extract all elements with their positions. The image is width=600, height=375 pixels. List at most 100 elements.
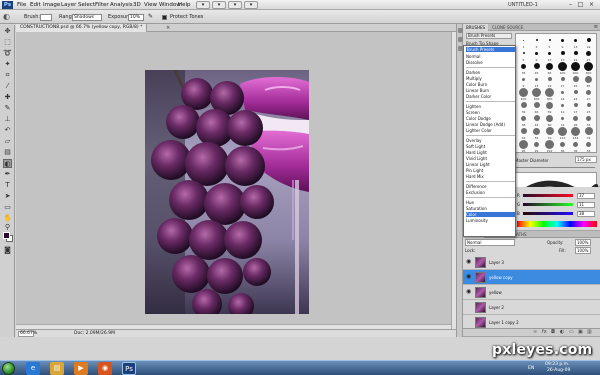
brush-preset[interactable]: 134 — [569, 126, 582, 140]
eyedropper-tool-icon[interactable]: ⁄ — [3, 82, 12, 91]
brush-preset[interactable]: 13 — [530, 74, 543, 88]
brush-preset[interactable]: 112 — [556, 126, 569, 140]
blend-mode-option[interactable]: Linear Burn — [466, 88, 515, 93]
quick-mask-icon[interactable]: ◙ — [3, 246, 12, 255]
brush-preset[interactable]: 14 — [556, 113, 569, 127]
brush-preset[interactable]: 36 — [569, 139, 582, 153]
blend-mode-option[interactable]: Darken — [466, 70, 515, 75]
history-brush-tool-icon[interactable]: ↶ — [3, 126, 12, 135]
foreground-color-swatch[interactable] — [3, 232, 10, 239]
brush-preset[interactable]: 95 — [517, 139, 530, 153]
brush-preset[interactable]: 70 — [543, 126, 556, 140]
master-diameter-slider[interactable] — [515, 167, 595, 168]
brush-preset[interactable]: 19 — [582, 35, 595, 49]
blend-mode-option[interactable]: Normal — [466, 54, 515, 59]
brush-preset[interactable]: 59 — [543, 100, 556, 114]
blend-mode-option[interactable]: Screen — [466, 110, 515, 115]
blend-mode-option[interactable]: Hard Light — [466, 150, 515, 155]
brush-presets-button[interactable]: Brush Presets — [466, 33, 512, 39]
document-info[interactable]: Doc: 2.09M/26.9M — [74, 330, 115, 338]
arrange-documents-button[interactable]: ▾ — [244, 1, 258, 9]
canvas-image[interactable] — [145, 70, 309, 314]
brush-preset[interactable]: 60 — [543, 113, 556, 127]
magic-wand-tool-icon[interactable]: ✦ — [3, 60, 12, 69]
brush-preset[interactable]: 3 — [530, 35, 543, 49]
brush-preset[interactable]: 65 — [543, 61, 556, 75]
date[interactable]: 26-Aug-09 — [547, 367, 570, 375]
range-select[interactable]: Shadows — [72, 14, 102, 21]
blend-mode-option[interactable]: Soft Light — [466, 144, 515, 149]
blend-mode-option[interactable]: Lighten — [466, 104, 515, 109]
marquee-tool-icon[interactable]: ⬚ — [3, 38, 12, 47]
workspace-switcher[interactable]: UNTITLED-1 — [508, 0, 538, 10]
brush-preset[interactable]: 5 — [543, 35, 556, 49]
photoshop-icon[interactable]: Ps — [122, 362, 136, 375]
minimize-button[interactable]: – — [566, 1, 575, 8]
blend-mode-option[interactable]: Dissolve — [466, 60, 515, 65]
channel-value-g[interactable]: 11 — [577, 202, 595, 208]
link-icon[interactable]: ∞ — [533, 330, 538, 335]
new-layer-icon[interactable]: ▣ — [578, 330, 583, 335]
menu-edit[interactable]: Edit — [30, 0, 41, 10]
media-player-icon[interactable]: ▶ — [74, 362, 88, 375]
brush-preset[interactable]: 200 — [569, 61, 582, 75]
clone-stamp-tool-icon[interactable]: ⊥ — [3, 115, 12, 124]
trash-icon[interactable]: ▥ — [587, 330, 592, 335]
brush-preset[interactable]: 14 — [556, 87, 569, 101]
menu-layer[interactable]: Layer — [61, 0, 76, 10]
brush-picker[interactable] — [40, 14, 52, 21]
language-indicator[interactable]: EN — [528, 361, 534, 375]
gradient-tool-icon[interactable]: ▤ — [3, 148, 12, 157]
pen-tool-icon[interactable]: ✒ — [3, 170, 12, 179]
menu-3d[interactable]: 3D — [133, 0, 141, 10]
visibility-eye-icon[interactable]: ◉ — [466, 274, 472, 280]
menu-analysis[interactable]: Analysis — [110, 0, 133, 10]
menu-select[interactable]: Select — [78, 0, 95, 10]
brush-preset[interactable]: 1 — [517, 35, 530, 49]
brush-preset[interactable]: 46 — [530, 100, 543, 114]
menu-view[interactable]: View — [144, 0, 157, 10]
brush-preset[interactable]: 39 — [517, 100, 530, 114]
channel-value-r[interactable]: 37 — [577, 193, 595, 199]
brush-preset[interactable]: 35 — [517, 61, 530, 75]
burn-tool-icon[interactable]: ◐ — [3, 159, 12, 168]
blend-mode-option[interactable]: Saturation — [466, 206, 515, 211]
brush-preset[interactable]: 9 — [530, 48, 543, 62]
brush-preset[interactable]: 100 — [517, 87, 530, 101]
layer-blend-mode-select[interactable]: Normal — [465, 239, 515, 246]
launch-bridge-button[interactable]: ▾ — [196, 1, 210, 9]
eraser-tool-icon[interactable]: ▱ — [3, 137, 12, 146]
color-spectrum-bar[interactable] — [517, 221, 597, 227]
blend-mode-option[interactable]: Overlay — [466, 138, 515, 143]
fill-field[interactable]: 100% — [575, 247, 591, 254]
document-tab[interactable]: CONSTRUCTION8.psd @ 66.7% (yellow copy, … — [16, 24, 148, 32]
visibility-eye-icon[interactable] — [466, 319, 472, 325]
protect-tones-checkbox[interactable] — [162, 15, 167, 20]
firefox-icon[interactable]: ◉ — [98, 362, 112, 375]
blend-mode-option[interactable]: Lighter Color — [466, 128, 515, 133]
brush-preset[interactable]: 19 — [543, 74, 556, 88]
layer-name[interactable]: Layer 3 — [489, 255, 504, 270]
brush-preset[interactable]: 13 — [569, 35, 582, 49]
blend-mode-option[interactable]: Darker Color — [466, 94, 515, 99]
brush-preset[interactable]: 9 — [517, 74, 530, 88]
blend-mode-option[interactable]: Exclusion — [466, 190, 515, 195]
menu-image[interactable]: Image — [43, 0, 60, 10]
blend-mode-option[interactable]: Multiply — [466, 76, 515, 81]
hand-tool-icon[interactable]: ✋ — [3, 214, 12, 223]
layer-name[interactable]: yellow — [489, 285, 502, 300]
blend-mode-option[interactable]: Color — [466, 212, 515, 217]
airbrush-icon[interactable]: ✎ — [148, 10, 153, 24]
lasso-tool-icon[interactable]: ➰ — [3, 49, 12, 58]
layer-row[interactable]: ◉ yellow — [463, 285, 600, 300]
brush-preset[interactable]: 192 — [543, 139, 556, 153]
folder-icon[interactable]: ▤ — [50, 362, 64, 375]
layer-row[interactable]: Layer 1 copy 2 — [463, 315, 600, 329]
channel-slider-r[interactable] — [523, 194, 573, 197]
brush-preset[interactable]: 36 — [556, 139, 569, 153]
menu-file[interactable]: File — [17, 0, 26, 10]
layer-name[interactable]: Layer 1 copy 2 — [489, 315, 519, 329]
burn-tool-icon[interactable]: ◐ — [3, 10, 10, 24]
master-diameter-field[interactable]: 175 px — [575, 156, 597, 163]
brush-preset[interactable]: 17 — [556, 74, 569, 88]
